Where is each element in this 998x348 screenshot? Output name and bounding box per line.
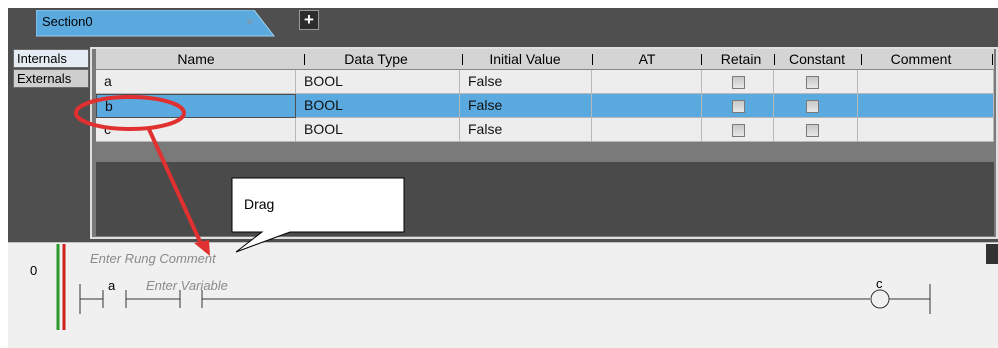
- arrow-head-icon: [194, 240, 210, 256]
- callout-text: Drag: [244, 196, 275, 212]
- highlight-ellipse: [74, 95, 186, 131]
- drag-arrow: [146, 126, 204, 247]
- callout-bubble: [231, 177, 405, 253]
- annotation-overlay: [74, 95, 405, 256]
